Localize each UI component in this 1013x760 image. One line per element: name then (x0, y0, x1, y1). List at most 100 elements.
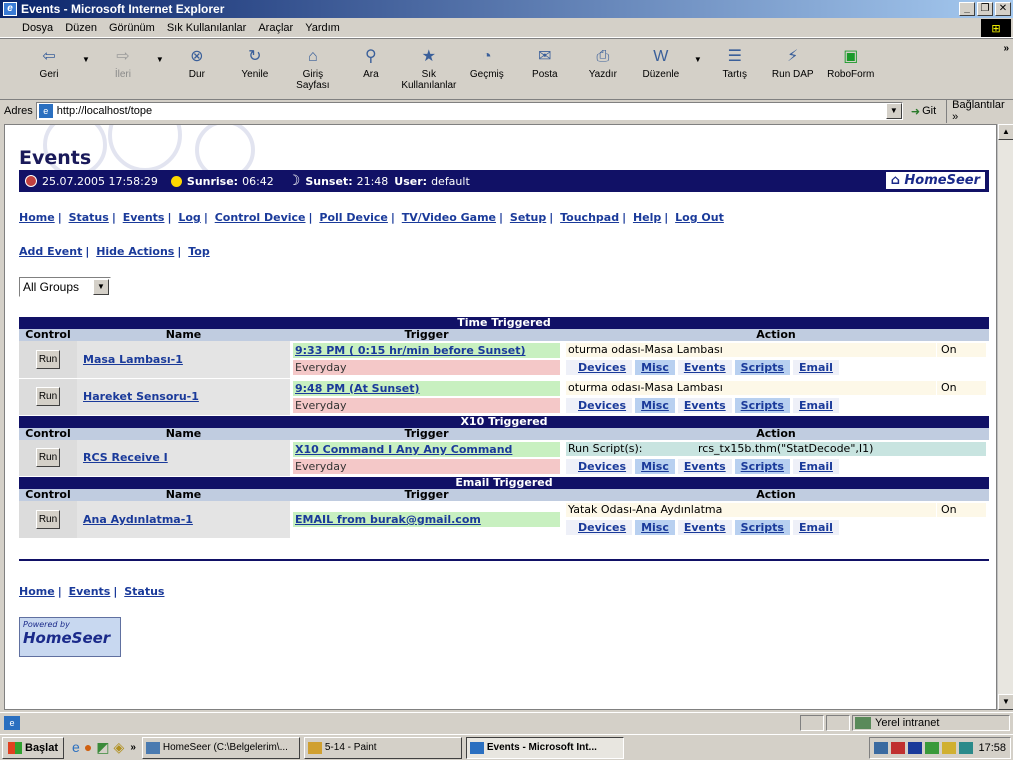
misc-button[interactable]: Misc (635, 360, 675, 376)
nav-events[interactable]: Events (123, 211, 165, 224)
ie-quicklaunch-icon[interactable]: e (72, 739, 80, 756)
address-input[interactable]: e http://localhost/tope ▼ (35, 102, 903, 120)
events-button[interactable]: Events (677, 397, 732, 413)
email-button[interactable]: Email (792, 397, 839, 413)
add-event-link[interactable]: Add Event (19, 245, 82, 258)
scripts-button[interactable]: Scripts (734, 520, 790, 536)
search-button[interactable]: ⚲ Ara (346, 45, 396, 80)
events-button[interactable]: Events (677, 520, 732, 536)
start-button[interactable]: Başlat (2, 736, 65, 759)
nav-status[interactable]: Status (69, 211, 109, 224)
nav-home[interactable]: Home (19, 211, 55, 224)
event-name-link[interactable]: RCS Receive I (83, 451, 168, 464)
email-button[interactable]: Email (792, 458, 839, 474)
run-button[interactable]: Run (36, 509, 60, 529)
misc-button[interactable]: Misc (635, 520, 675, 536)
event-name-link[interactable]: Hareket Sensoru-1 (83, 390, 199, 403)
run-button[interactable]: Run (36, 448, 60, 468)
nav-help[interactable]: Help (633, 211, 661, 224)
scroll-up-icon[interactable]: ▲ (998, 124, 1013, 140)
devices-button[interactable]: Devices (566, 360, 633, 376)
favorites-button[interactable]: ★ Sık Kullanılanlar (401, 45, 456, 91)
refresh-button[interactable]: ↻ Yenile (230, 45, 280, 80)
menu-favorites[interactable]: Sık Kullanılanlar (167, 22, 247, 34)
trigger-link[interactable]: X10 Command I Any Any Command (293, 441, 560, 457)
devices-button[interactable]: Devices (566, 458, 633, 474)
group-select[interactable]: All Groups ▼ (19, 277, 111, 297)
forward-button[interactable]: ⇨ İleri (98, 45, 148, 80)
event-name-link[interactable]: Masa Lambası-1 (83, 353, 183, 366)
task-events-ie[interactable]: Events - Microsoft Int... (465, 736, 624, 759)
trigger-link[interactable]: 9:33 PM ( 0:15 hr/min before Sunset) (293, 343, 560, 359)
discuss-button[interactable]: ☰ Tartış (710, 45, 760, 80)
trigger-link[interactable]: 9:48 PM (At Sunset) (293, 380, 560, 396)
firefox-quicklaunch-icon[interactable]: ● (84, 739, 92, 756)
edit-dropdown-icon[interactable]: ▼ (694, 55, 702, 64)
back-button[interactable]: ⇦ Geri (24, 45, 74, 80)
task-paint[interactable]: 5-14 - Paint (303, 736, 462, 759)
email-button[interactable]: Email (792, 360, 839, 376)
footer-home-link[interactable]: Home (19, 585, 55, 598)
menu-tools[interactable]: Araçlar (258, 22, 293, 34)
menu-view[interactable]: Görünüm (109, 22, 155, 34)
tray-clock[interactable]: 17:58 (978, 742, 1006, 754)
tray-icon[interactable] (942, 742, 956, 754)
media-quicklaunch-icon[interactable]: ◈ (114, 739, 125, 756)
rundap-button[interactable]: ⚡ Run DAP (768, 45, 818, 80)
nav-setup[interactable]: Setup (510, 211, 546, 224)
events-button[interactable]: Events (677, 360, 732, 376)
nav-touchpad[interactable]: Touchpad (560, 211, 619, 224)
menu-help[interactable]: Yardım (305, 22, 340, 34)
nav-control-device[interactable]: Control Device (215, 211, 306, 224)
toolbar-more-icon[interactable]: » (1003, 43, 1009, 54)
links-button[interactable]: Bağlantılar » (946, 99, 1013, 123)
tray-icon[interactable] (925, 742, 939, 754)
nav-tv-video-game[interactable]: TV/Video Game (402, 211, 496, 224)
nav-log-out[interactable]: Log Out (675, 211, 724, 224)
event-name-link[interactable]: Ana Aydınlatma-1 (83, 513, 193, 526)
scripts-button[interactable]: Scripts (734, 397, 790, 413)
print-button[interactable]: ⎙ Yazdır (578, 45, 628, 80)
run-button[interactable]: Run (36, 349, 60, 369)
misc-button[interactable]: Misc (635, 458, 675, 474)
nav-log[interactable]: Log (178, 211, 200, 224)
tray-icon[interactable] (959, 742, 973, 754)
scroll-down-icon[interactable]: ▼ (998, 694, 1013, 710)
vertical-scrollbar[interactable]: ▲ ▼ (997, 124, 1013, 710)
minimize-button[interactable]: _ (959, 2, 975, 16)
devices-button[interactable]: Devices (566, 397, 633, 413)
back-dropdown-icon[interactable]: ▼ (82, 55, 90, 64)
go-button[interactable]: ➜ Git (911, 105, 936, 118)
top-link[interactable]: Top (188, 245, 209, 258)
restore-button[interactable]: ❐ (977, 2, 993, 16)
events-button[interactable]: Events (677, 458, 732, 474)
menu-file[interactable]: Dosya (22, 22, 53, 34)
powered-by-badge[interactable]: Powered by HomeSeer (19, 617, 121, 657)
home-button[interactable]: ⌂ Giriş Sayfası (288, 45, 338, 91)
stop-button[interactable]: ⊗ Dur (172, 45, 222, 80)
tray-icon[interactable] (874, 742, 888, 754)
chevron-down-icon[interactable]: ▼ (93, 279, 109, 295)
menu-edit[interactable]: Düzen (65, 22, 97, 34)
scripts-button[interactable]: Scripts (734, 458, 790, 474)
misc-button[interactable]: Misc (635, 397, 675, 413)
run-button[interactable]: Run (36, 387, 60, 406)
quicklaunch-more-icon[interactable]: » (130, 742, 136, 753)
hide-actions-link[interactable]: Hide Actions (96, 245, 174, 258)
footer-status-link[interactable]: Status (124, 585, 164, 598)
tray-icon[interactable] (891, 742, 905, 754)
task-homeseer[interactable]: HomeSeer (C:\Belgelerim\... (141, 736, 300, 759)
close-button[interactable]: ✕ (995, 2, 1011, 16)
desktop-quicklaunch-icon[interactable]: ◩ (96, 739, 109, 756)
footer-events-link[interactable]: Events (69, 585, 111, 598)
address-dropdown-icon[interactable]: ▼ (885, 103, 902, 119)
devices-button[interactable]: Devices (566, 520, 633, 536)
email-button[interactable]: Email (792, 520, 839, 536)
nav-poll-device[interactable]: Poll Device (319, 211, 388, 224)
forward-dropdown-icon[interactable]: ▼ (156, 55, 164, 64)
trigger-link[interactable]: EMAIL from burak@gmail.com (293, 511, 560, 527)
history-button[interactable]: ◔ Geçmiş (462, 45, 512, 80)
mail-button[interactable]: ✉ Posta (520, 45, 570, 80)
scripts-button[interactable]: Scripts (734, 360, 790, 376)
edit-button[interactable]: W Düzenle (636, 45, 686, 80)
